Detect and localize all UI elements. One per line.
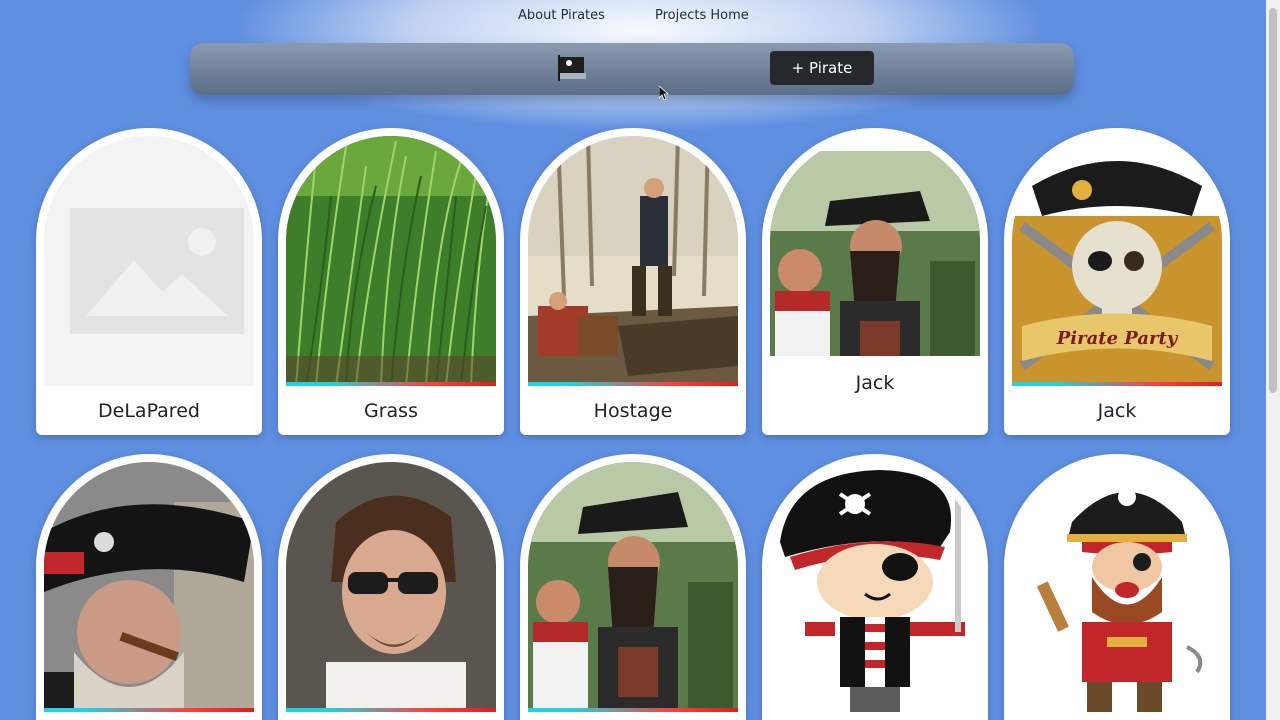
cartoon-pirate-captain [1012, 462, 1222, 712]
add-pirate-button[interactable]: + Pirate [770, 51, 874, 85]
pirate-name: Grass [364, 400, 418, 422]
pirate-name: Hostage [593, 400, 673, 422]
pirate-card[interactable]: Pirate Party Jack [1004, 128, 1230, 435]
top-nav: About Pirates Projects Home [0, 0, 1280, 34]
card-accent-line [286, 382, 496, 386]
pirate-flag-icon [556, 53, 590, 83]
pirate-card[interactable]: Jack [762, 128, 988, 435]
pirate-cigar-photo [44, 462, 254, 712]
pirate-card[interactable] [1004, 454, 1230, 720]
nav-link-about-pirates[interactable]: About Pirates [518, 8, 605, 23]
pirate-card[interactable] [278, 454, 504, 720]
actor-sunglasses-photo [286, 462, 496, 712]
jack-costume-photo [528, 462, 738, 712]
pirate-card[interactable] [762, 454, 988, 720]
pirate-party-skull-logo: Pirate Party [1012, 136, 1222, 386]
card-accent-line [1012, 382, 1222, 386]
page-scrollbar[interactable] [1266, 0, 1280, 720]
card-accent-line [44, 708, 254, 712]
pirate-card[interactable]: Grass [278, 128, 504, 435]
card-accent-line [528, 382, 738, 386]
nav-link-projects-home[interactable]: Projects Home [655, 8, 749, 23]
jack-costume-photo [770, 136, 980, 356]
pirate-name: DeLaPared [98, 400, 200, 422]
pirate-card[interactable]: DeLaPared [36, 128, 262, 435]
svg-text:Pirate Party: Pirate Party [1056, 328, 1179, 349]
mouse-cursor-icon [658, 85, 670, 101]
pirate-card[interactable] [36, 454, 262, 720]
hostage-painting [528, 136, 738, 386]
toolbar: + Pirate [190, 43, 1074, 95]
pirate-name: Jack [855, 372, 895, 394]
cartoon-pirate-boy [770, 462, 980, 712]
placeholder-image-icon [44, 136, 254, 386]
card-accent-line [286, 708, 496, 712]
pirate-name: Jack [1097, 400, 1137, 422]
pirate-card[interactable]: Hostage [520, 128, 746, 435]
scrollbar-thumb[interactable] [1269, 8, 1277, 393]
grass-photo [286, 136, 496, 386]
pirate-card[interactable] [520, 454, 746, 720]
card-accent-line [528, 708, 738, 712]
